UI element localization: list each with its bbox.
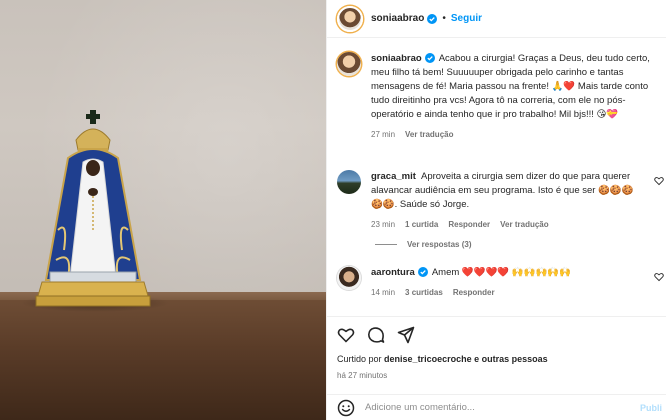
comment-username[interactable]: soniaabrao <box>371 53 422 64</box>
comment-input[interactable] <box>365 402 625 413</box>
post-header: soniaabrao • Seguir <box>327 0 666 38</box>
comment-likes[interactable]: 1 curtida <box>405 220 438 229</box>
add-comment-bar: Publi <box>327 394 666 420</box>
liked-by-prefix: Curtido por <box>337 354 382 364</box>
comment-text: graca_mit Aproveita a cirurgia sem dizer… <box>371 170 647 212</box>
comment-time: 14 min <box>371 288 396 297</box>
comment-text: aaronturа Amem ❤️❤️❤️❤️ 🙌🙌🙌🙌🙌 <box>371 266 647 280</box>
share-send-icon[interactable] <box>397 326 415 344</box>
like-comment-heart-icon[interactable] <box>654 176 664 186</box>
comment-time: 27 min <box>371 130 396 139</box>
like-heart-icon[interactable] <box>337 326 355 344</box>
commenter-avatar[interactable] <box>337 52 361 76</box>
wooden-table <box>0 300 326 420</box>
post-image[interactable] <box>0 0 326 420</box>
comment-item: aaronturа Amem ❤️❤️❤️❤️ 🙌🙌🙌🙌🙌 14 min 3 cu… <box>337 266 647 297</box>
commenter-avatar[interactable] <box>337 266 361 290</box>
comment-meta: 14 min 3 curtidas Responder <box>371 288 647 297</box>
comment-likes[interactable]: 3 curtidas <box>405 288 443 297</box>
aparecida-statue-image <box>35 110 151 307</box>
author-username[interactable]: soniaabrao <box>371 13 424 24</box>
replies-line <box>375 244 397 245</box>
comment-text: soniaabrao Acabou a cirurgia! Graças a De… <box>371 52 661 122</box>
view-replies-button[interactable]: Ver respostas (3) <box>375 240 471 249</box>
comment-item: graca_mit Aproveita a cirurgia sem dizer… <box>337 170 647 229</box>
publish-button[interactable]: Publi <box>640 403 662 413</box>
separator-dot: • <box>442 13 446 24</box>
verified-badge-icon <box>427 13 438 24</box>
comment-username[interactable]: graca_mit <box>371 171 416 182</box>
caption-comment: soniaabrao Acabou a cirurgia! Graças a De… <box>337 52 661 139</box>
comment-bubble-icon[interactable] <box>367 326 385 344</box>
comment-body: Amem ❤️❤️❤️❤️ 🙌🙌🙌🙌🙌 <box>431 267 572 278</box>
verified-badge-icon <box>417 267 428 278</box>
comment-meta: 23 min 1 curtida Responder Ver tradução <box>371 220 647 229</box>
view-replies-label: Ver respostas (3) <box>407 240 472 249</box>
comment-username[interactable]: aaronturа <box>371 267 415 278</box>
comment-meta: 27 min Ver tradução <box>371 130 661 139</box>
reply-button[interactable]: Responder <box>453 288 495 297</box>
comments-list[interactable]: soniaabrao Acabou a cirurgia! Graças a De… <box>327 38 666 316</box>
post-actions <box>327 316 666 352</box>
comment-time: 23 min <box>371 220 396 229</box>
author-avatar[interactable] <box>337 5 363 32</box>
like-comment-heart-icon[interactable] <box>654 272 664 282</box>
post-timestamp[interactable]: há 27 minutos <box>337 371 387 380</box>
translate-link[interactable]: Ver tradução <box>405 130 453 139</box>
liked-by-suffix[interactable]: e outras pessoas <box>474 354 548 364</box>
follow-button[interactable]: Seguir <box>451 13 482 24</box>
commenter-avatar[interactable] <box>337 170 361 194</box>
translate-link[interactable]: Ver tradução <box>500 220 548 229</box>
liked-by: Curtido por denise_tricoecroche e outras… <box>337 354 548 364</box>
reply-button[interactable]: Responder <box>448 220 490 229</box>
verified-badge-icon <box>424 53 435 64</box>
emoji-icon[interactable] <box>337 399 355 417</box>
liked-by-user[interactable]: denise_tricoecroche <box>384 354 472 364</box>
